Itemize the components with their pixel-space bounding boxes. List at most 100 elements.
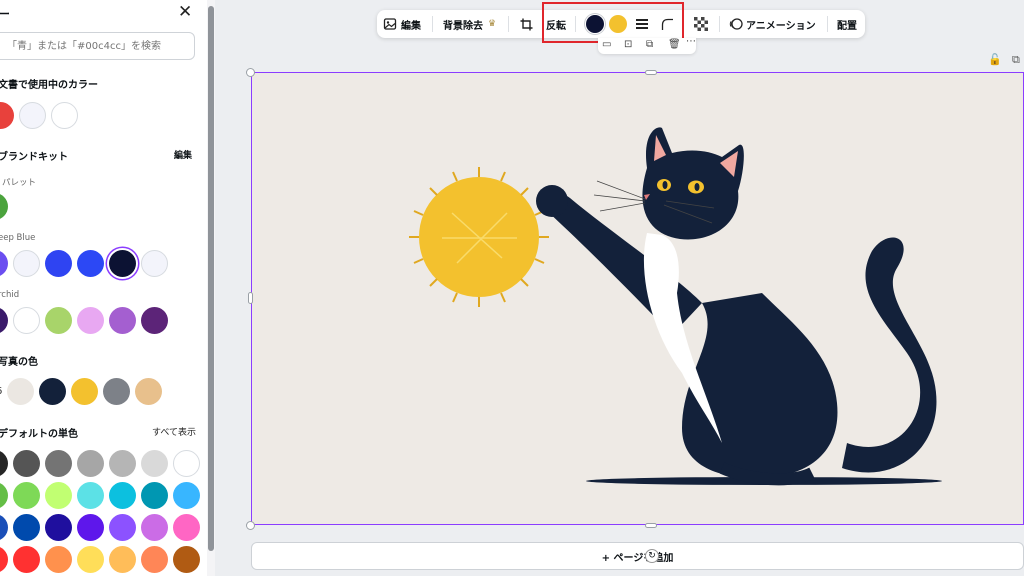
color-swatch[interactable] xyxy=(173,482,200,509)
color-swatch[interactable] xyxy=(71,378,98,405)
doc-colors-title: 文書で使用中のカラー xyxy=(0,80,98,91)
color-swatch[interactable] xyxy=(13,546,40,573)
color-swatch[interactable] xyxy=(109,546,136,573)
photo-colors-prefix: 6 xyxy=(0,386,2,397)
color-swatch[interactable] xyxy=(141,546,168,573)
animation-button[interactable]: アニメーション xyxy=(729,10,816,38)
color-swatch[interactable] xyxy=(13,514,40,541)
transparency-button[interactable] xyxy=(694,10,708,38)
color-swatch[interactable] xyxy=(141,307,168,334)
color-swatch[interactable] xyxy=(51,102,78,129)
panel-header: ー ✕ xyxy=(0,0,207,26)
color-swatch[interactable] xyxy=(0,307,8,334)
rotate-icon[interactable]: ↻ xyxy=(645,549,659,563)
yarn-ball-illustration xyxy=(409,167,549,307)
color-swatch[interactable] xyxy=(0,102,14,129)
color-swatch[interactable] xyxy=(77,482,104,509)
brand-kit-title: ブランドキット xyxy=(0,152,68,163)
close-icon[interactable]: ✕ xyxy=(178,2,192,22)
color-swatch[interactable] xyxy=(173,546,200,573)
color-swatch[interactable] xyxy=(141,514,168,541)
color-swatch[interactable] xyxy=(77,450,104,477)
resize-handle-top[interactable] xyxy=(645,70,657,75)
crop-button[interactable] xyxy=(520,10,533,38)
color-swatch[interactable] xyxy=(45,546,72,573)
color-swatch[interactable] xyxy=(0,546,8,573)
comment-icon[interactable]: ▭ xyxy=(602,39,611,50)
color-swatch[interactable] xyxy=(77,514,104,541)
color-swatch[interactable] xyxy=(77,307,104,334)
color-swatch[interactable] xyxy=(45,307,72,334)
duplicate-icon[interactable]: ⧉ xyxy=(646,39,653,50)
palette-name-1: パレット xyxy=(2,178,37,188)
cat-illustration xyxy=(536,127,937,478)
position-button[interactable]: 配置 xyxy=(837,10,857,38)
bg-remove-button[interactable]: 背景除去 ♛ xyxy=(443,10,496,38)
resize-handle-left[interactable] xyxy=(248,292,253,304)
color-swatch[interactable] xyxy=(7,378,34,405)
resize-handle-top-left[interactable] xyxy=(246,68,255,77)
color-swatch[interactable] xyxy=(109,482,136,509)
show-all-link[interactable]: すべて表示 xyxy=(152,425,196,438)
duplicate-icon[interactable]: ⧉ xyxy=(1012,53,1020,67)
color-swatch[interactable] xyxy=(77,250,104,277)
palette-name-2: eep Blue xyxy=(0,233,36,243)
color-swatch[interactable] xyxy=(45,450,72,477)
color-swatch[interactable] xyxy=(19,102,46,129)
delete-icon[interactable]: 🗑 xyxy=(668,39,681,50)
add-page-label: + ページを追加 xyxy=(601,552,674,564)
color-swatch[interactable] xyxy=(109,250,136,277)
color-swatch[interactable] xyxy=(109,514,136,541)
scrollbar-thumb[interactable] xyxy=(208,6,214,551)
color-swatch[interactable] xyxy=(109,450,136,477)
color-swatch[interactable] xyxy=(13,250,40,277)
panel-scrollbar[interactable] xyxy=(207,0,215,576)
artboard[interactable] xyxy=(251,72,1024,525)
color-swatch[interactable] xyxy=(141,250,168,277)
resize-handle-bottom-left[interactable] xyxy=(246,521,255,530)
edit-label: 編集 xyxy=(401,20,421,32)
toolbar-divider xyxy=(719,16,720,32)
edit-button[interactable]: 編集 xyxy=(383,10,421,38)
color-swatch[interactable] xyxy=(141,450,168,477)
more-icon[interactable]: ⋯ xyxy=(686,36,696,47)
color-swatch[interactable] xyxy=(103,378,130,405)
color-swatch[interactable] xyxy=(13,450,40,477)
bg-remove-label: 背景除去 xyxy=(443,20,483,32)
color-swatch[interactable] xyxy=(109,307,136,334)
color-panel: ー ✕ 文書で使用中のカラー ブランドキット 編集 パレット eep Blue … xyxy=(0,0,207,576)
color-swatch[interactable] xyxy=(0,250,8,277)
color-swatch[interactable] xyxy=(0,514,8,541)
color-swatch[interactable] xyxy=(45,250,72,277)
color-swatch[interactable] xyxy=(13,482,40,509)
color-swatch[interactable] xyxy=(0,193,8,220)
color-search-input[interactable] xyxy=(0,32,195,60)
transparency-icon xyxy=(694,17,708,31)
color-swatch[interactable] xyxy=(173,450,200,477)
color-swatch[interactable] xyxy=(135,378,162,405)
default-colors-title: デフォルトの単色 xyxy=(0,429,78,440)
brand-kit-edit-link[interactable]: 編集 xyxy=(174,148,192,161)
color-swatch[interactable] xyxy=(0,450,8,477)
color-swatch[interactable] xyxy=(45,514,72,541)
color-swatch[interactable] xyxy=(141,482,168,509)
add-page-button[interactable]: + ページを追加 xyxy=(251,542,1024,570)
highlight-box xyxy=(542,2,684,43)
color-swatch[interactable] xyxy=(13,307,40,334)
toolbar-divider xyxy=(827,16,828,32)
cat-image[interactable] xyxy=(252,73,1022,523)
element-mini-toolbar: ▭ ⊡ ⧉ 🗑 ⋯ xyxy=(598,36,696,54)
animation-icon xyxy=(729,18,743,30)
color-swatch[interactable] xyxy=(0,482,8,509)
palette-name-3: rchid xyxy=(0,290,20,300)
resize-handle-bottom[interactable] xyxy=(645,523,657,528)
position-label: 配置 xyxy=(837,20,857,32)
color-swatch[interactable] xyxy=(77,546,104,573)
photo-colors-title: 写真の色 xyxy=(0,357,38,368)
lock-icon[interactable]: 🔓 xyxy=(988,53,1002,66)
color-swatch[interactable] xyxy=(45,482,72,509)
color-swatch[interactable] xyxy=(173,514,200,541)
lock-icon[interactable]: ⊡ xyxy=(624,39,632,50)
animation-label: アニメーション xyxy=(746,20,816,32)
color-swatch[interactable] xyxy=(39,378,66,405)
